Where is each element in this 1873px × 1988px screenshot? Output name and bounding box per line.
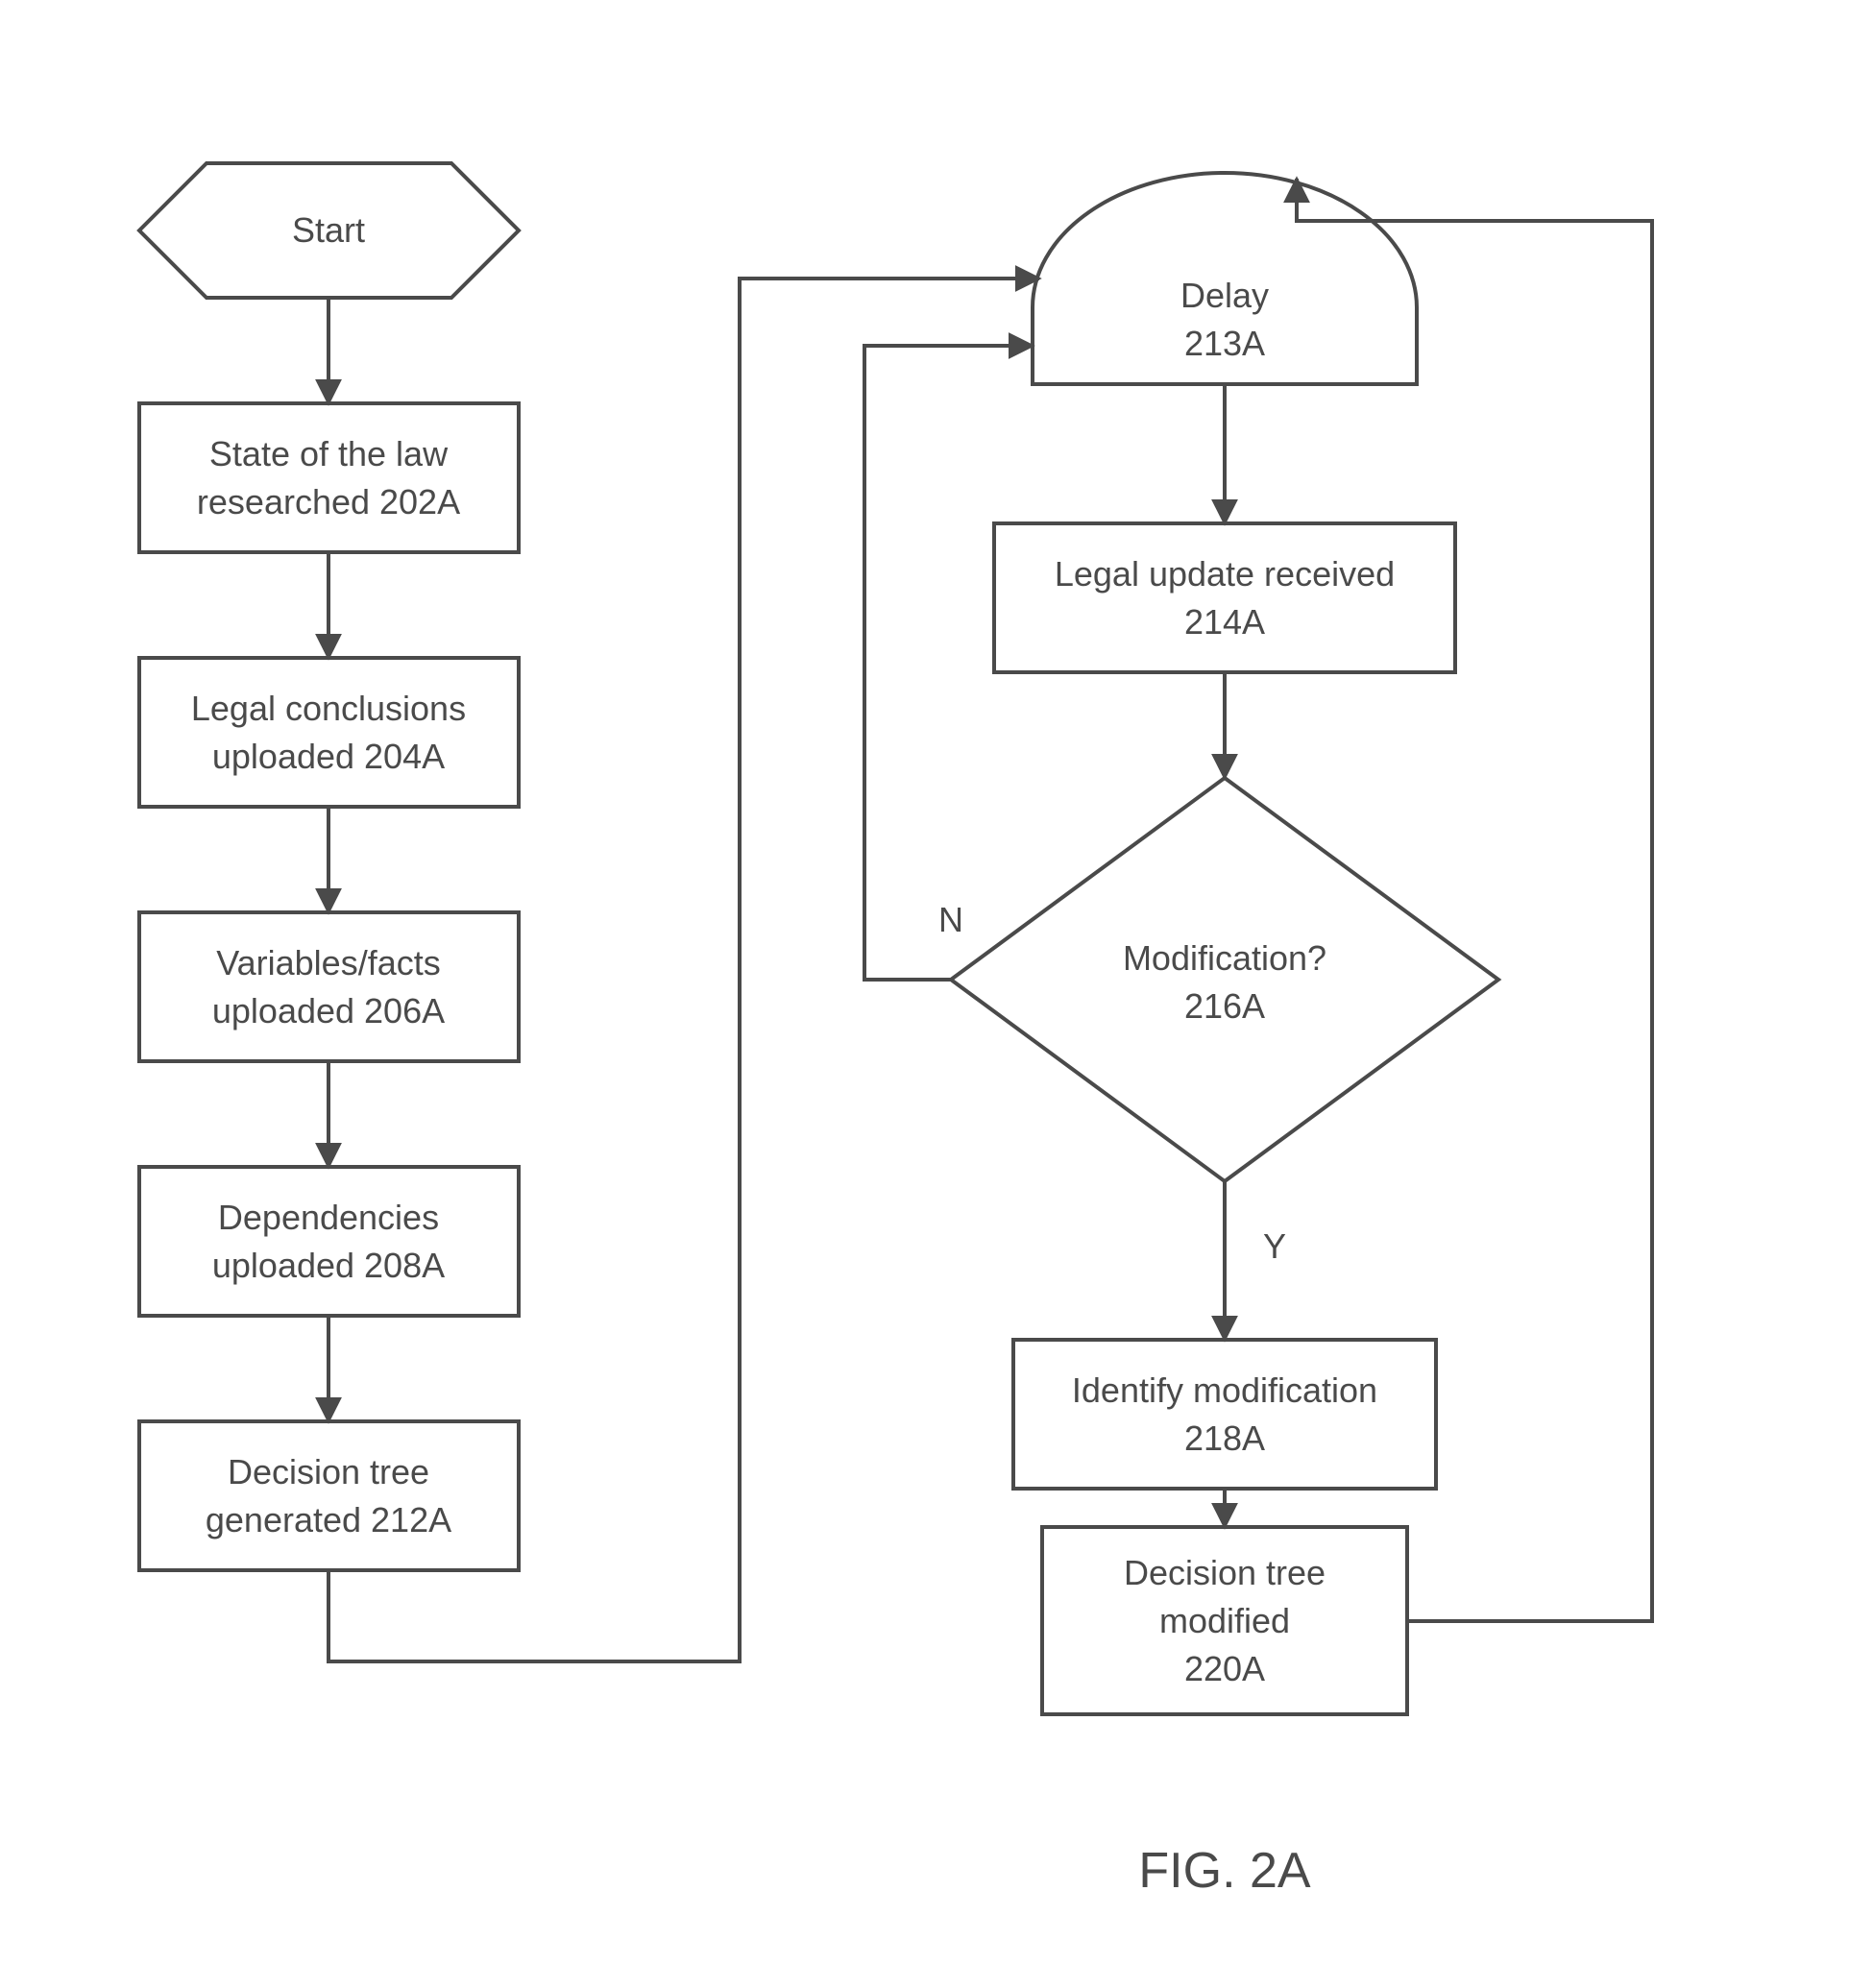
- svg-text:uploaded 208A: uploaded 208A: [212, 1246, 445, 1285]
- edge-label-yes: Y: [1263, 1226, 1286, 1266]
- conclusions-node: Legal conclusions uploaded 204A: [139, 658, 519, 807]
- delay-node: Delay 213A: [1033, 173, 1417, 384]
- svg-text:Legal conclusions: Legal conclusions: [191, 689, 466, 728]
- svg-text:Dependencies: Dependencies: [218, 1198, 439, 1237]
- svg-text:216A: 216A: [1184, 986, 1265, 1026]
- decision-node: Modification? 216A: [951, 778, 1498, 1181]
- svg-text:uploaded 206A: uploaded 206A: [212, 991, 445, 1030]
- svg-text:Variables/facts: Variables/facts: [216, 943, 440, 982]
- start-label: Start: [292, 210, 365, 250]
- flowchart: Start State of the law researched 202A L…: [0, 0, 1873, 1988]
- edge-label-no: N: [938, 900, 963, 939]
- identify-node: Identify modification 218A: [1013, 1340, 1436, 1489]
- svg-text:220A: 220A: [1184, 1649, 1265, 1688]
- svg-text:218A: 218A: [1184, 1418, 1265, 1458]
- svg-text:Legal update received: Legal update received: [1055, 554, 1395, 594]
- svg-text:State of the law: State of the law: [209, 434, 449, 473]
- dependencies-node: Dependencies uploaded 208A: [139, 1167, 519, 1316]
- svg-text:Identify modification: Identify modification: [1072, 1370, 1377, 1410]
- svg-text:Decision tree: Decision tree: [1124, 1553, 1326, 1592]
- tree-modified-node: Decision tree modified 220A: [1042, 1527, 1407, 1714]
- svg-text:Delay: Delay: [1180, 276, 1269, 315]
- variables-node: Variables/facts uploaded 206A: [139, 912, 519, 1061]
- figure-caption: FIG. 2A: [1138, 1843, 1310, 1899]
- svg-text:uploaded 204A: uploaded 204A: [212, 737, 445, 776]
- tree-generated-node: Decision tree generated 212A: [139, 1421, 519, 1570]
- research-node: State of the law researched 202A: [139, 403, 519, 552]
- svg-text:213A: 213A: [1184, 324, 1265, 363]
- svg-text:generated 212A: generated 212A: [206, 1500, 451, 1539]
- svg-text:Modification?: Modification?: [1123, 938, 1326, 978]
- svg-text:Decision tree: Decision tree: [228, 1452, 429, 1491]
- svg-text:modified: modified: [1159, 1601, 1290, 1640]
- svg-text:214A: 214A: [1184, 602, 1265, 642]
- svg-text:researched 202A: researched 202A: [197, 482, 460, 521]
- update-node: Legal update received 214A: [994, 523, 1455, 672]
- start-node: Start: [139, 163, 519, 298]
- edge-decision-no: [864, 346, 1033, 980]
